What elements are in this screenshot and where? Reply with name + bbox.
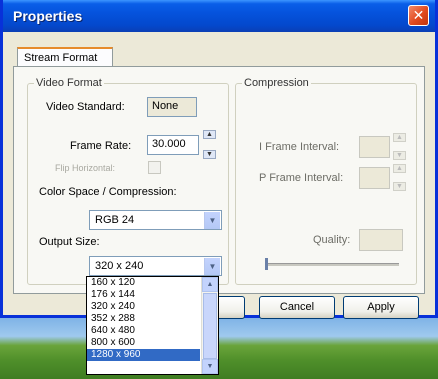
flip-horizontal-label: Flip Horizontal: [55,163,116,173]
scroll-up-icon[interactable]: ▲ [202,277,218,292]
scroll-thumb[interactable] [203,293,217,359]
apply-button[interactable]: Apply [343,296,419,319]
spin-up-icon[interactable]: ▲ [393,164,406,173]
title-bar[interactable]: Properties ✕ [3,0,435,32]
quality-input[interactable] [359,229,403,251]
dropdown-scrollbar[interactable]: ▲ ▼ [201,277,218,374]
output-size-label: Output Size: [39,236,100,248]
frame-rate-input[interactable]: 30.000 [147,135,199,155]
output-size-dropdown-list[interactable]: 160 x 120 176 x 144 320 x 240 352 x 288 640 … [86,276,219,375]
scroll-down-icon[interactable]: ▼ [202,359,218,374]
dropdown-option[interactable]: 160 x 120 [87,277,200,289]
chevron-down-icon[interactable]: ▼ [204,212,220,229]
close-button[interactable]: ✕ [408,5,429,26]
video-format-group: Video Format [27,77,229,285]
p-frame-spinner[interactable]: ▲ ▼ [393,164,406,191]
dropdown-option[interactable]: 352 x 288 [87,313,200,325]
color-space-value: RGB 24 [95,214,135,226]
tab-stream-format[interactable]: Stream Format [17,47,113,67]
quality-label: Quality: [313,234,351,246]
p-frame-interval-input[interactable] [359,167,390,189]
cancel-button[interactable]: Cancel [259,296,335,319]
desktop-wallpaper [0,318,438,379]
quality-slider-track[interactable] [267,263,399,266]
window-title: Properties [13,8,83,24]
spin-down-icon[interactable]: ▼ [203,150,216,159]
color-space-label: Color Space / Compression: [39,186,177,198]
dropdown-option[interactable]: 320 x 240 [87,301,200,313]
properties-dialog: Properties ✕ Stream Format Video Format … [0,0,438,319]
output-size-value: 320 x 240 [95,260,144,272]
dropdown-items: 160 x 120 176 x 144 320 x 240 352 x 288 640 … [87,277,218,361]
frame-rate-label: Frame Rate: [70,140,132,152]
dropdown-option[interactable]: 800 x 600 [87,337,200,349]
color-space-select[interactable]: RGB 24 ▼ [89,210,222,230]
output-size-select[interactable]: 320 x 240 ▼ [89,256,222,276]
spin-down-icon[interactable]: ▼ [393,182,406,191]
chevron-down-icon[interactable]: ▼ [204,258,220,275]
dropdown-option[interactable]: 176 x 144 [87,289,200,301]
close-icon: ✕ [412,7,425,23]
dropdown-option[interactable]: 640 x 480 [87,325,200,337]
spin-down-icon[interactable]: ▼ [393,151,406,160]
compression-group-title: Compression [242,77,311,89]
frame-rate-spinner[interactable]: ▲ ▼ [203,130,216,159]
quality-slider-thumb[interactable] [265,258,268,270]
p-frame-interval-label: P Frame Interval: [259,172,344,184]
spin-up-icon[interactable]: ▲ [393,133,406,142]
video-standard-value: None [152,100,179,112]
frame-rate-value: 30.000 [152,138,186,150]
i-frame-interval-input[interactable] [359,136,390,158]
flip-horizontal-checkbox[interactable] [148,161,161,174]
video-standard-field: None [147,97,197,117]
dropdown-option[interactable]: 1280 x 960 [87,349,200,361]
video-standard-label: Video Standard: [46,101,125,113]
spin-up-icon[interactable]: ▲ [203,130,216,139]
video-format-group-title: Video Format [34,77,104,89]
i-frame-interval-label: I Frame Interval: [259,141,340,153]
i-frame-spinner[interactable]: ▲ ▼ [393,133,406,160]
